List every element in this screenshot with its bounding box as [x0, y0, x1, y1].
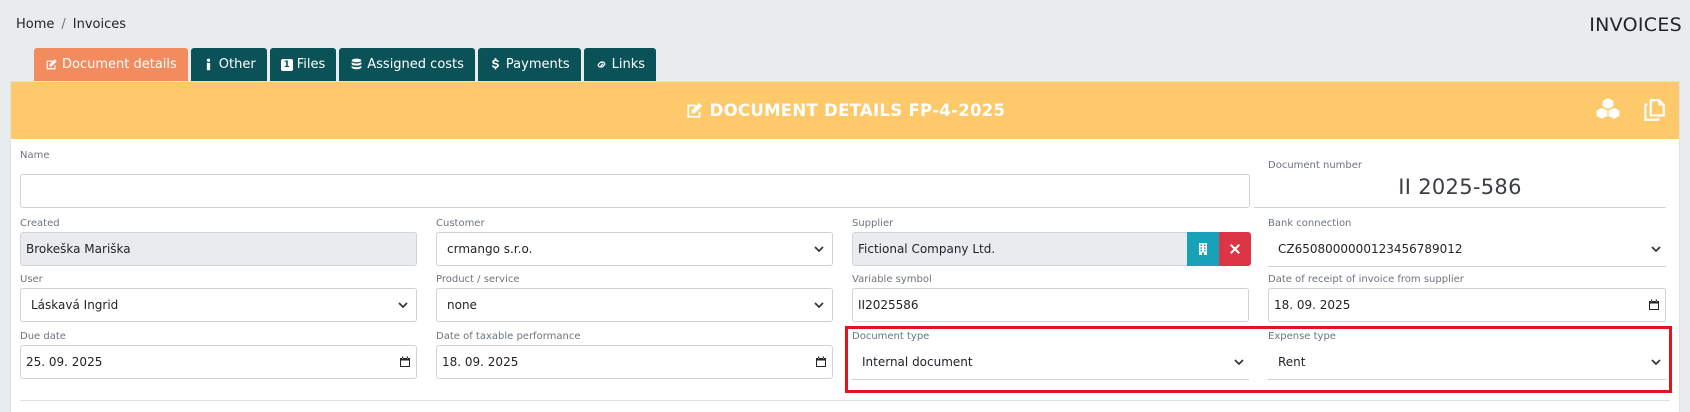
divider: [20, 400, 1670, 401]
cubes-icon[interactable]: [1595, 97, 1621, 123]
calendar-icon[interactable]: [1648, 299, 1660, 311]
edit-icon: [46, 59, 57, 70]
due-date-input[interactable]: 25. 09. 2025: [20, 345, 417, 379]
calendar-icon[interactable]: [399, 356, 411, 368]
building-icon: [1199, 243, 1207, 255]
created-value: Brokeška Mariška: [26, 242, 131, 256]
page-title: INVOICES: [1589, 14, 1682, 36]
created-field: Brokeška Mariška: [20, 232, 417, 266]
tab-files[interactable]: 1 Files: [269, 48, 337, 81]
tab-document-details[interactable]: Document details: [34, 48, 188, 81]
created-label: Created: [20, 218, 60, 229]
header-actions: [1595, 97, 1667, 123]
taxable-date-value: 18. 09. 2025: [442, 355, 519, 369]
receipt-date-value: 18. 09. 2025: [1274, 298, 1351, 312]
edit-icon: [687, 102, 702, 118]
receipt-date-label: Date of receipt of invoice from supplier: [1268, 274, 1464, 285]
close-icon: [1230, 244, 1240, 254]
info-icon: [206, 58, 210, 71]
customer-value: crmango s.r.o.: [447, 242, 533, 256]
breadcrumb: Home / Invoices: [16, 17, 126, 32]
product-service-value: none: [447, 298, 477, 312]
bank-connection-select[interactable]: CZ6508000000123456789012: [1268, 232, 1666, 267]
bank-connection-label: Bank connection: [1268, 218, 1352, 229]
user-value: Láskavá Ingrid: [31, 298, 119, 312]
document-number-label: Document number: [1268, 160, 1363, 171]
dollar-icon: [491, 58, 499, 70]
tab-assigned-costs[interactable]: Assigned costs: [339, 48, 475, 81]
name-input[interactable]: [20, 174, 1250, 208]
receipt-date-input[interactable]: 18. 09. 2025: [1268, 288, 1666, 322]
breadcrumb-current: Invoices: [72, 17, 127, 32]
document-number-value: II 2025-586: [1254, 171, 1666, 208]
breadcrumb-home[interactable]: Home: [16, 17, 54, 32]
taxable-date-input[interactable]: 18. 09. 2025: [436, 345, 833, 379]
tab-label: Assigned costs: [367, 57, 464, 72]
supplier-field: Fictional Company Ltd.: [852, 232, 1188, 266]
breadcrumb-separator: /: [61, 17, 66, 32]
bank-connection-value: CZ6508000000123456789012: [1278, 242, 1463, 256]
tab-label: Document details: [62, 57, 177, 72]
tab-bar: Document details Other 1 Files Assigned …: [34, 48, 657, 81]
tab-other[interactable]: Other: [190, 48, 267, 81]
chevron-down-icon: [398, 302, 408, 309]
tab-label: Files: [296, 57, 326, 72]
tab-label: Links: [611, 57, 646, 72]
supplier-value: Fictional Company Ltd.: [858, 242, 996, 256]
name-label: Name: [20, 150, 50, 161]
product-service-label: Product / service: [436, 274, 520, 285]
card-header: DOCUMENT DETAILS FP-4-2025: [11, 82, 1679, 139]
tab-label: Payments: [505, 57, 570, 72]
due-date-label: Due date: [20, 331, 66, 342]
user-select[interactable]: Láskavá Ingrid: [20, 288, 417, 322]
tab-links[interactable]: Links: [583, 48, 657, 81]
calendar-icon[interactable]: [815, 356, 827, 368]
link-icon: [597, 61, 605, 68]
copy-icon[interactable]: [1641, 97, 1667, 123]
user-label: User: [20, 274, 43, 285]
chevron-down-icon: [814, 302, 824, 309]
tab-label: Other: [218, 57, 256, 72]
supplier-clear-button[interactable]: [1219, 232, 1251, 266]
highlight-box: [845, 326, 1672, 393]
topbar: Home / Invoices INVOICES: [0, 0, 1690, 46]
files-count-icon: 1: [280, 58, 293, 71]
customer-label: Customer: [436, 218, 485, 229]
chevron-down-icon: [1651, 246, 1661, 253]
variable-symbol-value: II2025586: [858, 298, 919, 312]
chevron-down-icon: [814, 246, 824, 253]
product-service-select[interactable]: none: [436, 288, 833, 322]
supplier-label: Supplier: [852, 218, 894, 229]
variable-symbol-label: Variable symbol: [852, 274, 932, 285]
due-date-value: 25. 09. 2025: [26, 355, 103, 369]
taxable-date-label: Date of taxable performance: [436, 331, 581, 342]
variable-symbol-input[interactable]: II2025586: [852, 288, 1249, 322]
supplier-detail-button[interactable]: [1187, 232, 1219, 266]
card-title: DOCUMENT DETAILS FP-4-2025: [685, 101, 1006, 120]
customer-select[interactable]: crmango s.r.o.: [436, 232, 833, 266]
card-title-text: DOCUMENT DETAILS FP-4-2025: [709, 101, 1006, 120]
tab-payments[interactable]: Payments: [477, 48, 581, 81]
database-icon: [351, 58, 362, 70]
